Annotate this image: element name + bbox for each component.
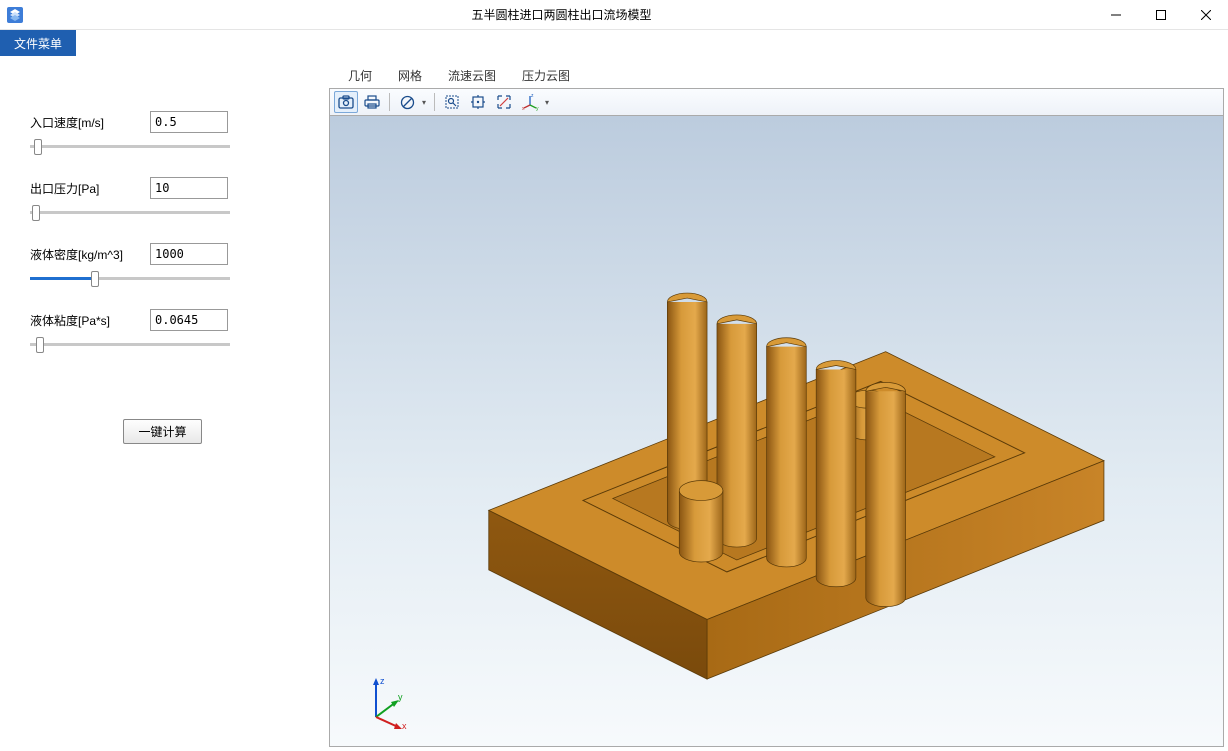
outlet-pressure-input[interactable] — [150, 177, 228, 199]
axis-z-label: z — [380, 676, 385, 686]
inlet-velocity-label: 入口速度[m/s] — [30, 114, 150, 131]
viewer-panel: 几何 网格 流速云图 压力云图 ▾ — [325, 56, 1228, 751]
window-title: 五半圆柱进口两圆柱出口流场模型 — [30, 6, 1093, 23]
svg-text:z: z — [531, 93, 534, 99]
svg-text:x: x — [522, 106, 525, 111]
geometry-viewport[interactable]: z y x — [329, 116, 1224, 747]
axis-triad: z y x — [356, 672, 416, 732]
dropdown-arrow-icon[interactable]: ▾ — [542, 98, 552, 107]
density-slider[interactable] — [30, 277, 230, 280]
tab-velocity-contour[interactable]: 流速云图 — [435, 62, 509, 88]
rotate-view-button[interactable]: z x y — [518, 91, 542, 113]
file-menu[interactable]: 文件菜单 — [0, 30, 76, 56]
zoom-selection-button[interactable] — [492, 91, 516, 113]
zoom-extents-button[interactable] — [466, 91, 490, 113]
viscosity-label: 液体粘度[Pa*s] — [30, 312, 150, 329]
hide-none-button[interactable] — [395, 91, 419, 113]
window-controls — [1093, 0, 1228, 30]
print-button[interactable] — [360, 91, 384, 113]
inlet-velocity-slider[interactable] — [30, 145, 230, 148]
dropdown-arrow-icon[interactable]: ▾ — [419, 98, 429, 107]
tab-pressure-contour[interactable]: 压力云图 — [509, 62, 583, 88]
outlet-pressure-label: 出口压力[Pa] — [30, 180, 150, 197]
calculate-button[interactable]: 一键计算 — [123, 419, 201, 444]
zoom-window-button[interactable] — [440, 91, 464, 113]
minimize-button[interactable] — [1093, 0, 1138, 30]
density-input[interactable] — [150, 243, 228, 265]
toolbar-separator — [434, 93, 435, 111]
maximize-button[interactable] — [1138, 0, 1183, 30]
parameters-sidebar: 入口速度[m/s] 出口压力[Pa] 液体密度[kg/m^3] 液体粘度[Pa*… — [0, 56, 325, 751]
outlet-pressure-slider[interactable] — [30, 211, 230, 214]
content-area: 入口速度[m/s] 出口压力[Pa] 液体密度[kg/m^3] 液体粘度[Pa*… — [0, 56, 1228, 751]
app-icon — [0, 0, 30, 30]
screenshot-button[interactable] — [334, 91, 358, 113]
viscosity-input[interactable] — [150, 309, 228, 331]
axis-x-label: x — [402, 721, 407, 731]
density-label: 液体密度[kg/m^3] — [30, 246, 150, 263]
geometry-3d-render — [330, 116, 1223, 746]
close-button[interactable] — [1183, 0, 1228, 30]
viscosity-slider[interactable] — [30, 343, 230, 346]
title-bar: 五半圆柱进口两圆柱出口流场模型 — [0, 0, 1228, 30]
axis-y-label: y — [398, 692, 403, 702]
svg-text:y: y — [536, 106, 539, 111]
viewer-toolbar: ▾ z x y ▾ — [329, 88, 1224, 116]
tab-geometry[interactable]: 几何 — [335, 62, 385, 88]
inlet-velocity-input[interactable] — [150, 111, 228, 133]
toolbar-separator — [389, 93, 390, 111]
viewer-tabs: 几何 网格 流速云图 压力云图 — [329, 64, 1224, 88]
menu-bar: 文件菜单 — [0, 30, 1228, 56]
tab-mesh[interactable]: 网格 — [385, 62, 435, 88]
